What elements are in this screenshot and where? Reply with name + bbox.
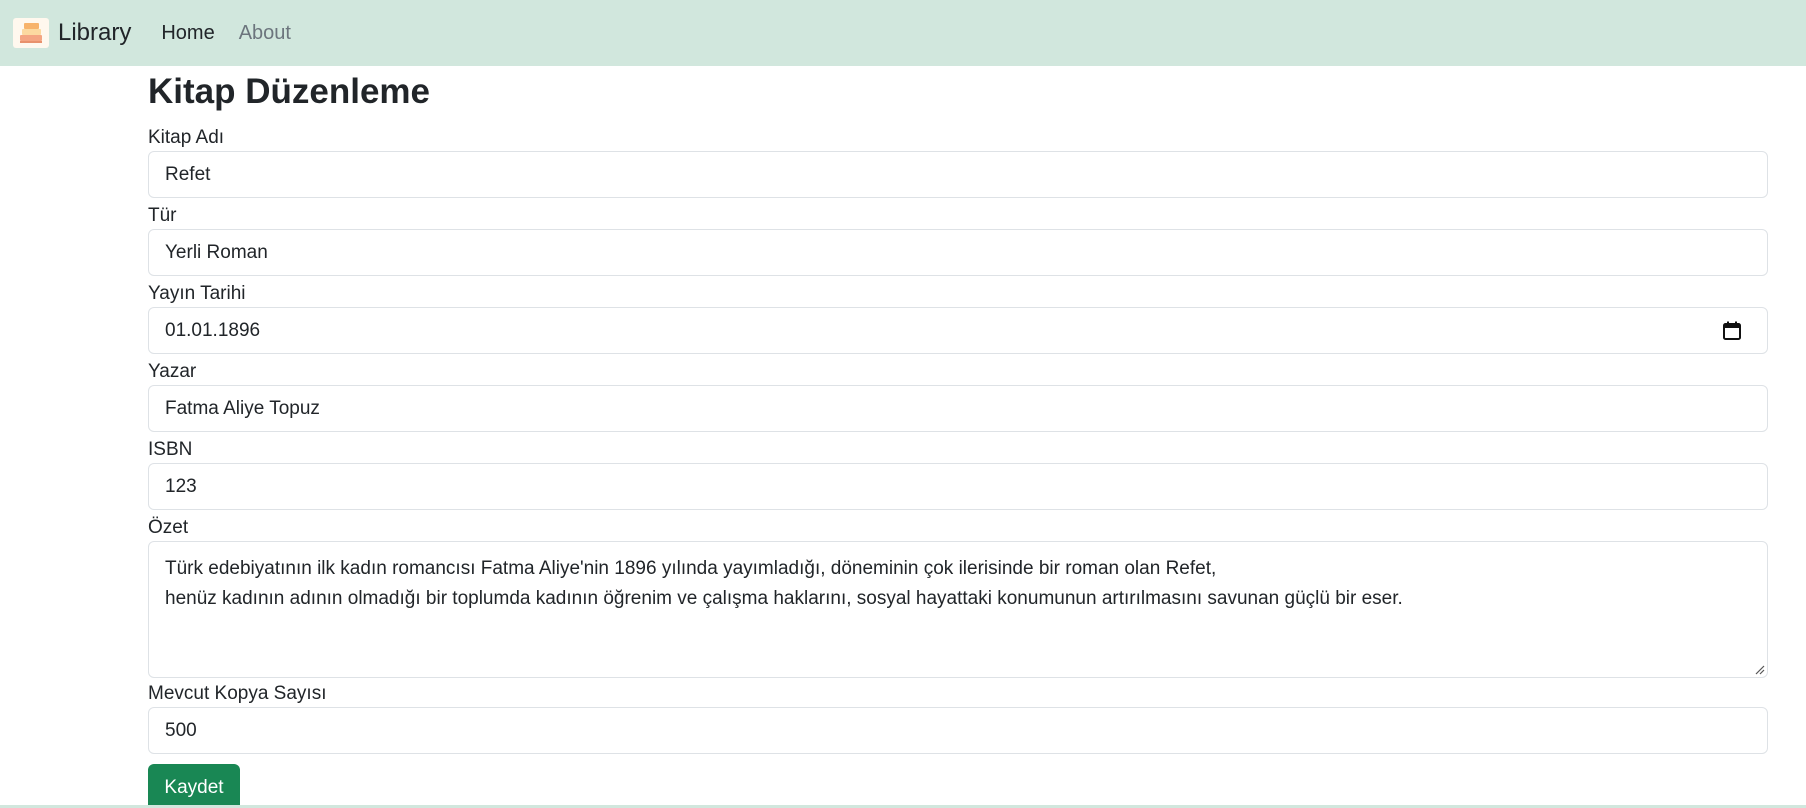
book-name-input[interactable]: Refet: [148, 151, 1768, 198]
genre-value: Yerli Roman: [165, 241, 268, 263]
summary-label: Özet: [148, 517, 189, 538]
book-name-value: Refet: [165, 163, 211, 185]
isbn-label: ISBN: [148, 439, 193, 460]
summary-textarea[interactable]: Türk edebiyatının ilk kadın romancısı Fa…: [148, 541, 1768, 678]
summary-line: henüz kadının adının olmadığı bir toplum…: [165, 588, 1403, 609]
page-title: Kitap Düzenleme: [148, 72, 430, 111]
edit-book-form: Kitap Düzenleme Kitap Adı Refet Tür Yerl…: [148, 66, 1768, 808]
author-label: Yazar: [148, 361, 197, 382]
navbar: Library Home About: [0, 0, 1806, 66]
author-input[interactable]: Fatma Aliye Topuz: [148, 385, 1768, 432]
nav-about-link[interactable]: About: [239, 22, 291, 45]
publish-date-label: Yayın Tarihi: [148, 283, 246, 304]
publish-date-value: 01.01.1896: [165, 319, 261, 341]
isbn-input[interactable]: 123: [148, 463, 1768, 510]
book-name-label: Kitap Adı: [148, 127, 225, 148]
copies-label: Mevcut Kopya Sayısı: [148, 683, 327, 704]
brand-link[interactable]: Library: [13, 18, 131, 48]
genre-input[interactable]: Yerli Roman: [148, 229, 1768, 276]
resize-grip-icon[interactable]: [1753, 663, 1765, 675]
nav-home-link[interactable]: Home: [161, 22, 214, 45]
brand-text: Library: [58, 19, 132, 46]
publish-date-input[interactable]: 01.01.1896: [148, 307, 1768, 354]
save-button[interactable]: Kaydet: [148, 764, 240, 808]
book-stack-logo-icon: [13, 18, 49, 48]
author-value: Fatma Aliye Topuz: [165, 397, 320, 419]
isbn-value: 123: [165, 475, 197, 497]
genre-label: Tür: [148, 205, 177, 226]
copies-input[interactable]: 500: [148, 707, 1768, 754]
calendar-icon[interactable]: [1723, 321, 1741, 340]
summary-line: Türk edebiyatının ilk kadın romancısı Fa…: [165, 558, 1217, 579]
copies-value: 500: [165, 719, 197, 741]
